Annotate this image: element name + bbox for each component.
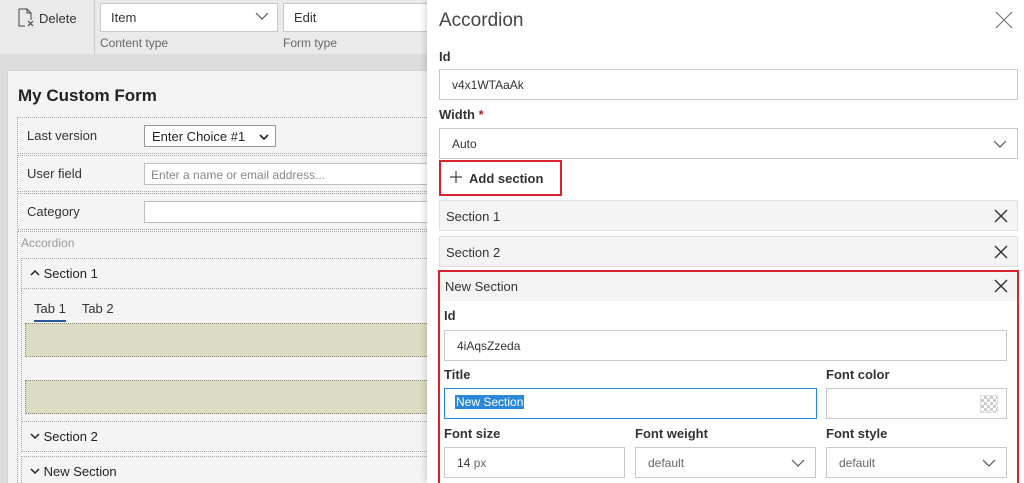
tab-1[interactable]: Tab 1 [34, 301, 66, 322]
delete-label: Delete [39, 10, 77, 26]
chevron-down-icon [791, 456, 805, 473]
font-style-label: Font style [826, 426, 888, 441]
section-title: Section 2 [43, 429, 98, 444]
delete-button[interactable]: Delete [17, 8, 77, 28]
choice-dropdown[interactable]: Enter Choice #1 [144, 125, 276, 147]
section-title-label: Title [444, 367, 471, 382]
field-row-category[interactable]: Category [17, 193, 447, 230]
font-style-value: default [839, 456, 876, 470]
new-section-header-label: New Section [445, 279, 518, 294]
chevron-down-icon [259, 130, 269, 145]
width-dropdown[interactable]: Auto [439, 128, 1018, 159]
field-row-user-field[interactable]: User field Enter a name or email address… [17, 155, 447, 192]
remove-section-icon[interactable] [993, 244, 1009, 260]
tab-2[interactable]: Tab 2 [82, 301, 114, 322]
chevron-down-icon [982, 456, 996, 473]
title-selected-text: New Section [455, 395, 525, 409]
content-type-value: Item [111, 10, 137, 25]
panel-title: Accordion [439, 10, 524, 31]
section-id-input[interactable]: 4iAqsZzeda [444, 330, 1007, 361]
font-style-dropdown[interactable]: default [826, 447, 1007, 478]
font-size-input[interactable]: 14 px [444, 447, 625, 478]
section-item-label: Section 2 [446, 245, 501, 260]
remove-section-icon[interactable] [993, 208, 1009, 224]
new-section-header[interactable]: New Section [440, 272, 1017, 301]
chevron-down-icon [993, 137, 1007, 154]
width-label: Width * [439, 107, 484, 122]
section-item[interactable]: Section 1 [439, 200, 1018, 231]
field-label: User field [27, 166, 82, 181]
accordion-section-header[interactable]: Section 2 [21, 421, 447, 452]
tab-drop-zone [25, 323, 447, 357]
font-weight-label: Font weight [635, 426, 708, 441]
section-title: New Section [43, 464, 117, 479]
field-label: Last version [27, 128, 98, 143]
width-value: Auto [452, 137, 477, 151]
font-color-picker[interactable] [826, 388, 1007, 419]
font-size-value: 14 [457, 456, 471, 470]
section-title: Section 1 [43, 266, 98, 281]
accordion-section-header[interactable]: Section 1 [21, 258, 447, 289]
section-item-label: Section 1 [446, 209, 501, 224]
add-section-button[interactable]: Add section [439, 160, 562, 196]
font-size-label: Font size [444, 426, 501, 441]
content-type-select[interactable]: Item [100, 3, 278, 32]
accordion-label: Accordion [21, 236, 75, 250]
id-input[interactable]: v4x1WTAaAk [439, 69, 1018, 100]
close-icon[interactable] [994, 10, 1014, 30]
form-title: My Custom Form [18, 86, 157, 105]
chevron-down-icon [30, 464, 40, 479]
plus-icon [449, 170, 463, 187]
tab-drop-zone [25, 380, 447, 414]
font-size-unit: px [473, 456, 487, 470]
content-type-caption: Content type [100, 36, 169, 50]
form-type-value: Edit [294, 10, 317, 25]
section-item[interactable]: Section 2 [439, 236, 1018, 267]
delete-page-icon [17, 8, 35, 28]
people-picker-input[interactable]: Enter a name or email address... [144, 163, 444, 185]
chevron-down-icon [255, 9, 269, 26]
font-weight-value: default [648, 456, 685, 470]
required-marker: * [478, 107, 484, 122]
form-type-select[interactable]: Edit [283, 3, 443, 32]
form-type-caption: Form type [283, 36, 338, 50]
font-weight-dropdown[interactable]: default [635, 447, 816, 478]
chevron-up-icon [30, 266, 40, 281]
section-title-input[interactable]: New Section [444, 388, 817, 419]
add-section-label: Add section [469, 170, 544, 186]
remove-section-icon[interactable] [993, 278, 1009, 294]
category-input[interactable] [144, 201, 444, 223]
width-label-text: Width [439, 107, 475, 122]
tab-strip: Tab 1 Tab 2 [34, 301, 114, 322]
properties-panel: Accordion Id v4x1WTAaAk Width * Auto Add… [427, 0, 1024, 483]
id-label: Id [439, 49, 451, 64]
accordion-section-header[interactable]: New Section [21, 456, 447, 483]
field-label: Category [27, 204, 80, 219]
choice-value: Enter Choice #1 [152, 129, 246, 144]
field-row-last-version[interactable]: Last version Enter Choice #1 [17, 117, 447, 154]
chevron-down-icon [30, 429, 40, 444]
font-color-label: Font color [826, 367, 890, 382]
color-swatch-icon [980, 395, 998, 413]
toolbar-divider [94, 0, 95, 54]
section-id-label: Id [444, 308, 456, 323]
